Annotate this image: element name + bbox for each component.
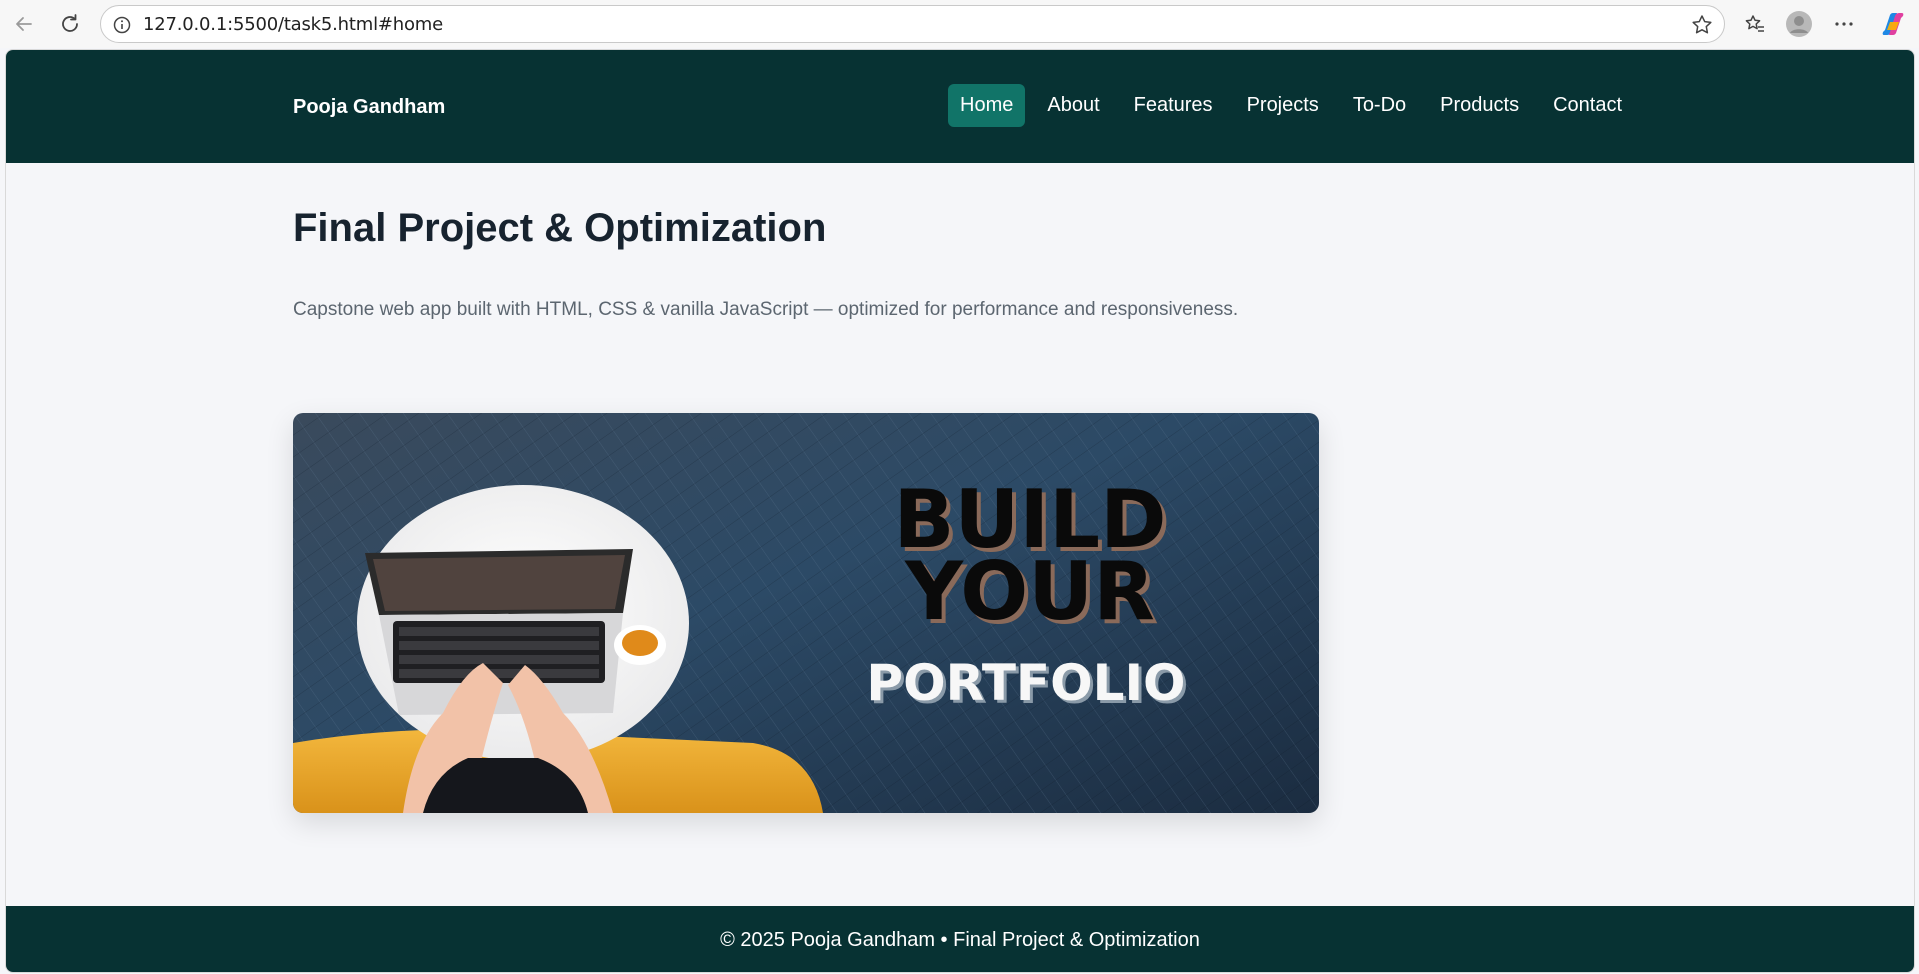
back-arrow-icon — [16, 17, 32, 31]
more-menu-button[interactable] — [1826, 6, 1862, 42]
nav-link-projects[interactable]: Projects — [1235, 84, 1331, 127]
profile-avatar-icon — [1786, 11, 1812, 37]
site-info-icon[interactable] — [112, 15, 132, 35]
reload-button[interactable] — [52, 6, 88, 42]
url-text: 127.0.0.1:5500/task5.html#home — [143, 13, 443, 35]
hero-text-your-front: YOUR — [904, 545, 1155, 638]
nav-link-home[interactable]: Home — [948, 84, 1026, 127]
nav-link-todo[interactable]: To-Do — [1341, 84, 1418, 127]
back-button[interactable] — [6, 6, 42, 42]
profile-button[interactable] — [1781, 6, 1817, 42]
reload-icon — [62, 14, 78, 32]
nav-link-products[interactable]: Products — [1428, 84, 1531, 127]
brand-logo-text[interactable]: Pooja Gandham — [293, 96, 445, 119]
favorites-list-icon — [1745, 15, 1764, 32]
address-bar[interactable]: 127.0.0.1:5500/task5.html#home — [100, 5, 1725, 43]
page-subtitle: Capstone web app built with HTML, CSS & … — [293, 299, 1239, 320]
footer-copyright: © 2025 Pooja Gandham • Final Project & O… — [720, 928, 1200, 951]
hero-text-portfolio: PORTFOLIO — [866, 654, 1185, 712]
nav-link-features[interactable]: Features — [1122, 84, 1225, 127]
browser-toolbar: 127.0.0.1:5500/task5.html#home — [0, 0, 1919, 48]
copilot-button[interactable] — [1875, 6, 1911, 42]
favorites-button[interactable] — [1737, 6, 1773, 42]
site-nav: Home About Features Projects To-Do Produ… — [948, 84, 1644, 127]
copilot-icon — [1882, 13, 1904, 35]
page-viewport: Pooja Gandham Home About Features Projec… — [5, 49, 1915, 973]
hero-image: BUILD BUILD YOUR YOUR PORTFOLIO PORTFOLI… — [293, 413, 1319, 813]
page-title: Final Project & Optimization — [293, 206, 827, 250]
site-footer: © 2025 Pooja Gandham • Final Project & O… — [6, 906, 1914, 972]
nav-link-contact[interactable]: Contact — [1541, 84, 1634, 127]
site-header: Pooja Gandham Home About Features Projec… — [6, 50, 1914, 163]
nav-link-about[interactable]: About — [1035, 84, 1111, 127]
more-dots-icon — [1835, 22, 1853, 26]
hero-illustration: BUILD BUILD YOUR YOUR PORTFOLIO PORTFOLI… — [293, 413, 1319, 813]
favorite-star-icon[interactable] — [1690, 13, 1714, 37]
